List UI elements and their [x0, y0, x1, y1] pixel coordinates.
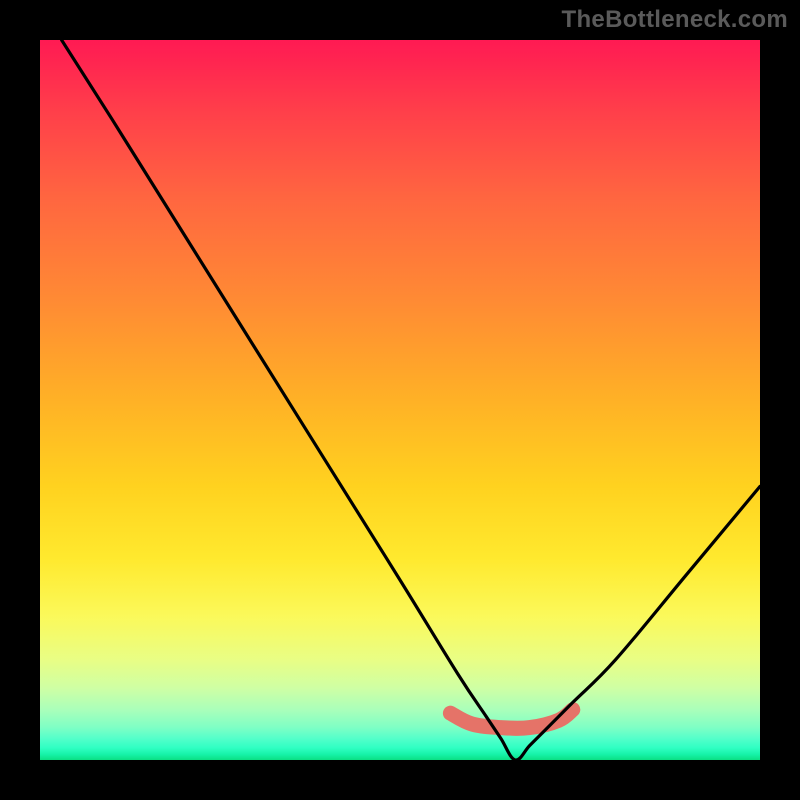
chart-svg	[40, 40, 760, 760]
plot-area	[40, 40, 760, 760]
watermark-text: TheBottleneck.com	[562, 6, 788, 34]
bottleneck-curve	[62, 40, 760, 760]
chart-frame: TheBottleneck.com	[0, 0, 800, 800]
